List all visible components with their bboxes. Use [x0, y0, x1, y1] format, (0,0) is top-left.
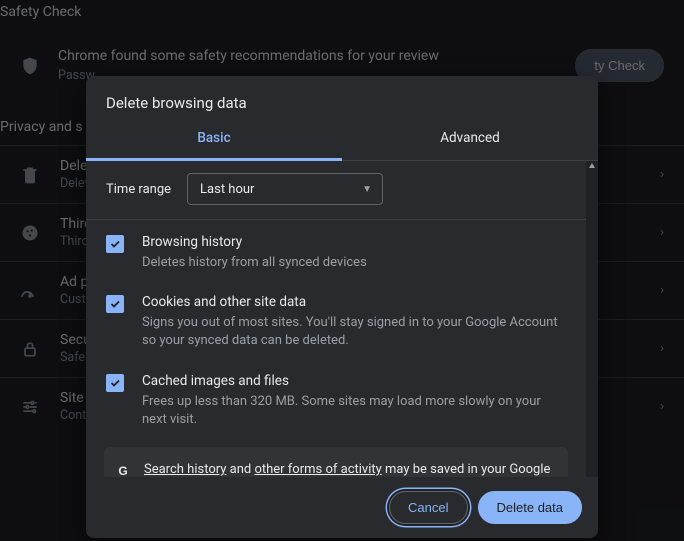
checkbox-browsing-history[interactable]: [106, 235, 124, 253]
option-title: Cookies and other site data: [142, 294, 566, 310]
dialog-actions: Cancel Delete data: [86, 477, 598, 538]
chevron-down-icon: ▼: [362, 184, 372, 195]
notice-text: Search history and other forms of activi…: [144, 461, 554, 477]
checkbox-cached[interactable]: [106, 374, 124, 392]
google-icon: G: [114, 463, 132, 477]
cancel-button[interactable]: Cancel: [389, 491, 467, 524]
option-desc: Frees up less than 320 MB. Some sites ma…: [142, 393, 566, 429]
time-range-select[interactable]: Last hour ▼: [187, 173, 383, 205]
option-cookies: Cookies and other site data Signs you ou…: [86, 280, 586, 358]
checkbox-cookies[interactable]: [106, 295, 124, 313]
scrollbar[interactable]: [586, 161, 598, 477]
option-cached: Cached images and files Frees up less th…: [86, 359, 586, 437]
delete-data-button[interactable]: Delete data: [478, 491, 583, 524]
delete-browsing-data-dialog: Delete browsing data Basic Advanced Time…: [86, 76, 598, 538]
option-desc: Deletes history from all synced devices: [142, 254, 566, 272]
dialog-tabs: Basic Advanced: [86, 120, 598, 161]
dialog-title: Delete browsing data: [86, 76, 598, 120]
option-title: Cached images and files: [142, 373, 566, 389]
notice-mid: and: [226, 462, 254, 477]
option-desc: Signs you out of most sites. You'll stay…: [142, 314, 566, 350]
time-range-value: Last hour: [200, 182, 254, 197]
option-title: Browsing history: [142, 234, 566, 250]
time-range-label: Time range: [106, 182, 171, 197]
option-browsing-history: Browsing history Deletes history from al…: [86, 220, 586, 280]
link-search-history[interactable]: Search history: [144, 462, 226, 477]
modal-overlay: Delete browsing data Basic Advanced Time…: [0, 0, 684, 541]
link-other-activity[interactable]: other forms of activity: [254, 462, 381, 477]
tab-advanced[interactable]: Advanced: [342, 120, 598, 161]
account-activity-notice: G Search history and other forms of acti…: [104, 447, 568, 477]
tab-basic[interactable]: Basic: [86, 120, 342, 161]
